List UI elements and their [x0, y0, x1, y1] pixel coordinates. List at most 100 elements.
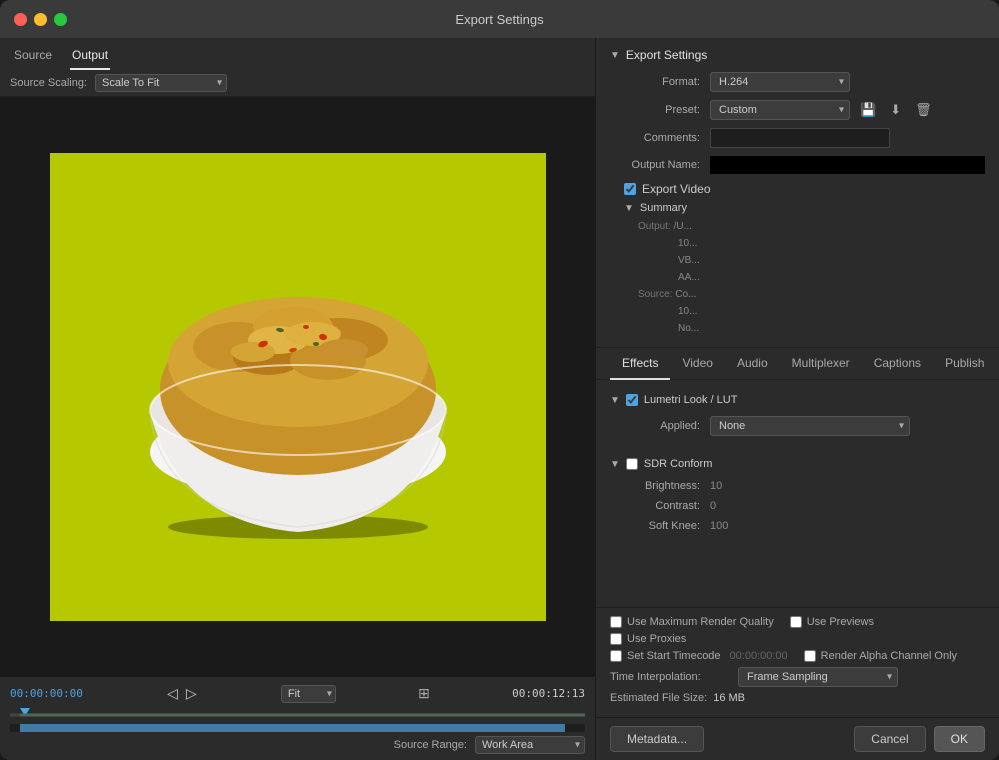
set-start-timecode-label[interactable]: Set Start Timecode	[627, 650, 721, 662]
applied-dropdown-wrapper: None Custom LUT Lumetri Look	[710, 416, 910, 436]
preset-dropdown-wrapper: Custom Match Source High Quality	[710, 100, 850, 120]
right-panel: ▼ Export Settings Format: H.264 H.265 Pr…	[596, 38, 999, 760]
import-preset-button[interactable]: ⬇	[886, 100, 905, 120]
tab-effects[interactable]: Effects	[610, 348, 670, 380]
export-video-checkbox[interactable]	[624, 183, 636, 195]
tab-source[interactable]: Source	[12, 44, 54, 70]
minimize-button[interactable]	[34, 13, 47, 26]
export-video-row: Export Video	[610, 182, 985, 196]
lumetri-label[interactable]: Lumetri Look / LUT	[644, 394, 738, 406]
collapse-lumetri-icon[interactable]: ▼	[610, 395, 620, 406]
sdr-body: Brightness: 10 Contrast: 0 Soft Knee: 10…	[596, 474, 999, 546]
render-alpha-label[interactable]: Render Alpha Channel Only	[821, 650, 957, 662]
export-settings-label: Export Settings	[626, 48, 707, 62]
timeline-controls: 00:00:00:00 ◁ ▷ Fit 100% 50% ⊞ 00:00:12:…	[10, 683, 585, 704]
work-area-bar	[20, 714, 585, 717]
set-start-timecode-checkbox[interactable]	[610, 650, 622, 662]
fit-select-wrapper: Fit 100% 50%	[281, 685, 336, 703]
footer-buttons: Metadata... Cancel OK	[596, 717, 999, 760]
format-row: Format: H.264 H.265 ProRes	[610, 72, 985, 92]
lumetri-checkbox[interactable]	[626, 394, 638, 406]
format-control: H.264 H.265 ProRes	[710, 72, 985, 92]
time-interp-select[interactable]: Frame Sampling Frame Blending Optical Fl…	[738, 667, 898, 687]
timeline-scrubber[interactable]	[10, 708, 585, 722]
lumetri-body: Applied: None Custom LUT Lumetri Look	[596, 410, 999, 450]
preset-label: Preset:	[610, 104, 710, 116]
use-proxies-label[interactable]: Use Proxies	[627, 633, 686, 645]
sdr-checkbox[interactable]	[626, 458, 638, 470]
preset-select[interactable]: Custom Match Source High Quality	[710, 100, 850, 120]
comments-label: Comments:	[610, 132, 710, 144]
tab-output[interactable]: Output	[70, 44, 110, 70]
timecode-row: Set Start Timecode 00:00:00:00 Render Al…	[610, 650, 985, 662]
main-content: Source Output Source Scaling: Scale To F…	[0, 38, 999, 760]
metadata-button[interactable]: Metadata...	[610, 726, 704, 752]
tab-multiplexer[interactable]: Multiplexer	[780, 348, 862, 380]
play-button[interactable]: ▷	[184, 683, 199, 704]
left-tabs: Source Output	[0, 38, 595, 70]
comments-row: Comments:	[610, 128, 985, 148]
traffic-lights	[14, 13, 67, 26]
collapse-sdr-icon[interactable]: ▼	[610, 459, 620, 470]
output-name-control	[710, 156, 985, 174]
timecode-start: 00:00:00:00	[10, 687, 83, 700]
lumetri-header[interactable]: ▼ Lumetri Look / LUT	[596, 390, 999, 410]
delete-preset-button[interactable]: 🗑	[911, 100, 936, 120]
render-alpha-checkbox[interactable]	[804, 650, 816, 662]
source-scaling-select[interactable]: Scale To Fit Scale To Fill Stretch to Fi…	[95, 74, 227, 92]
render-quality-row: Use Maximum Render Quality Use Previews	[610, 616, 985, 628]
max-render-checkbox[interactable]	[610, 616, 622, 628]
source-scaling-wrapper: Scale To Fit Scale To Fill Stretch to Fi…	[95, 74, 227, 92]
maximize-button[interactable]	[54, 13, 67, 26]
scrubber-track	[10, 714, 585, 717]
source-range-bar: Source Range: Work Area Entire Sequence …	[10, 736, 585, 754]
preset-inner-row: Custom Match Source High Quality 💾 ⬇ 🗑	[710, 100, 985, 120]
tab-video[interactable]: Video	[670, 348, 724, 380]
max-render-label[interactable]: Use Maximum Render Quality	[627, 616, 774, 628]
save-preset-button[interactable]: 💾	[856, 100, 880, 120]
left-panel: Source Output Source Scaling: Scale To F…	[0, 38, 596, 760]
tab-audio[interactable]: Audio	[725, 348, 780, 380]
export-settings-header: ▼ Export Settings	[610, 48, 985, 62]
main-window: Export Settings Source Output Source Sca…	[0, 0, 999, 760]
file-size-row: Estimated File Size: 16 MB	[610, 692, 985, 704]
sdr-label[interactable]: SDR Conform	[644, 458, 712, 470]
summary-label: Summary	[640, 202, 687, 214]
summary-header: ▼ Summary	[624, 202, 985, 214]
source-range-select[interactable]: Work Area Entire Sequence Custom	[475, 736, 585, 754]
comments-input[interactable]	[710, 128, 890, 148]
cancel-button[interactable]: Cancel	[854, 726, 925, 752]
step-back-button[interactable]: ◁	[165, 683, 180, 704]
bottom-options: Use Maximum Render Quality Use Previews …	[596, 607, 999, 717]
collapse-export-icon[interactable]: ▼	[610, 50, 620, 61]
timeline-work-range	[20, 724, 565, 732]
use-proxies-checkbox[interactable]	[610, 633, 622, 645]
frame-icon[interactable]: ⊞	[418, 685, 430, 702]
right-tabs: Effects Video Audio Multiplexer Captions…	[596, 348, 999, 380]
tab-publish[interactable]: Publish	[933, 348, 996, 380]
preview-image	[50, 153, 546, 621]
applied-select[interactable]: None Custom LUT Lumetri Look	[710, 416, 910, 436]
format-select[interactable]: H.264 H.265 ProRes	[710, 72, 850, 92]
tab-captions[interactable]: Captions	[862, 348, 933, 380]
use-proxies-item: Use Proxies	[610, 633, 686, 645]
output-name-row: Output Name:	[610, 156, 985, 174]
soft-knee-value: 100	[710, 520, 728, 532]
summary-line4: AA...	[638, 269, 985, 286]
summary-source-line3: No...	[638, 320, 985, 337]
close-button[interactable]	[14, 13, 27, 26]
fit-select[interactable]: Fit 100% 50%	[281, 685, 336, 703]
use-previews-checkbox[interactable]	[790, 616, 802, 628]
timeline-area: 00:00:00:00 ◁ ▷ Fit 100% 50% ⊞ 00:00:12:…	[0, 676, 595, 760]
export-settings-section: ▼ Export Settings Format: H.264 H.265 Pr…	[596, 38, 999, 348]
output-name-value[interactable]	[710, 156, 985, 174]
collapse-summary-icon[interactable]: ▼	[624, 203, 634, 214]
use-previews-label[interactable]: Use Previews	[807, 616, 874, 628]
export-video-label[interactable]: Export Video	[642, 182, 711, 196]
soft-knee-label: Soft Knee:	[610, 520, 710, 532]
ok-button[interactable]: OK	[934, 726, 985, 752]
brightness-row: Brightness: 10	[610, 480, 985, 492]
sdr-header[interactable]: ▼ SDR Conform	[596, 454, 999, 474]
preview-svg	[138, 232, 458, 542]
contrast-row: Contrast: 0	[610, 500, 985, 512]
